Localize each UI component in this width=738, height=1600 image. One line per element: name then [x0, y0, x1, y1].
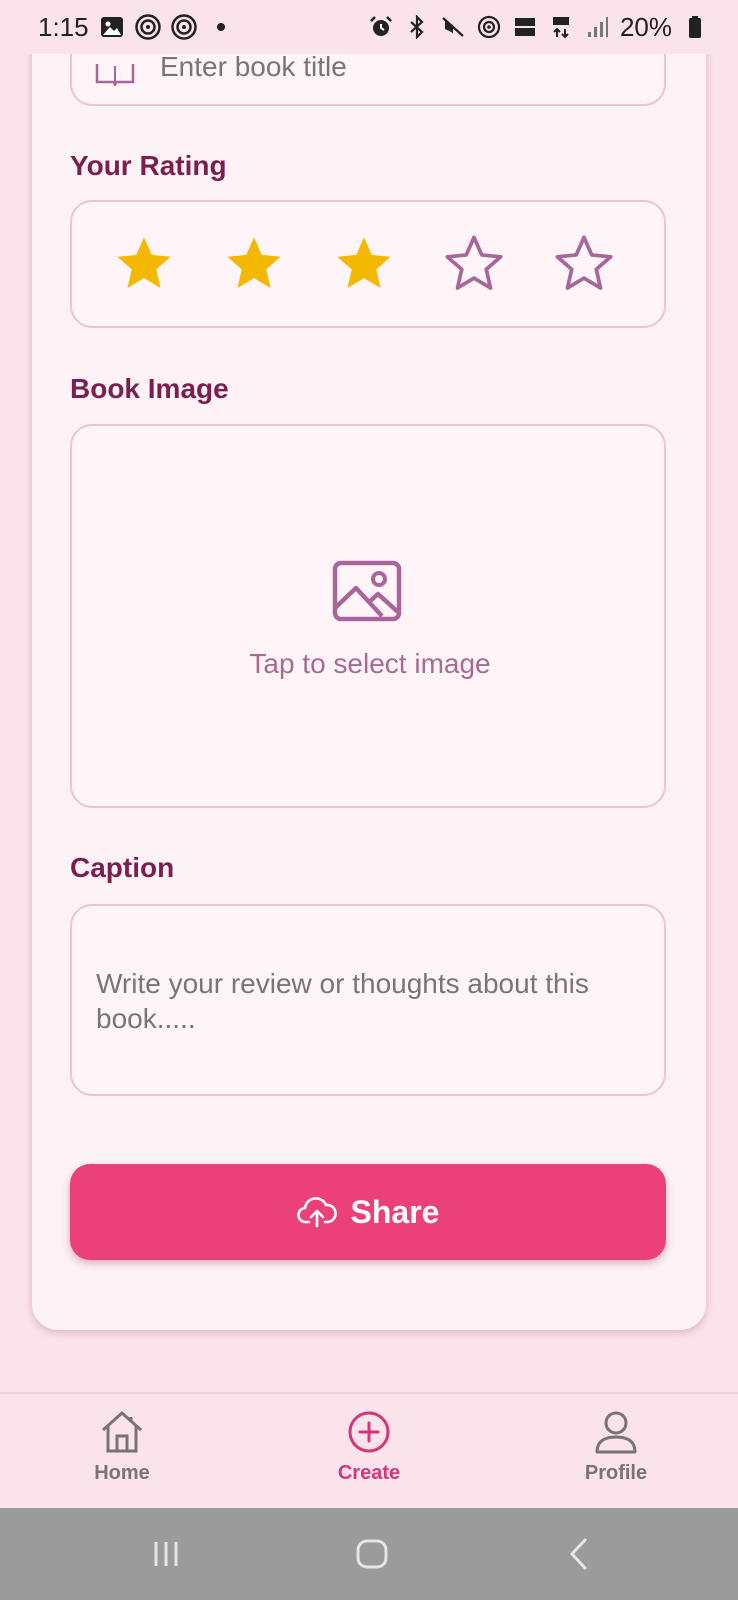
alarm-icon [368, 14, 394, 40]
nav-profile-label: Profile [584, 1462, 648, 1484]
network-4g-icon [548, 14, 574, 40]
notification-icon [134, 14, 161, 40]
nav-create[interactable]: Create [299, 1408, 439, 1498]
recent-apps-icon[interactable] [146, 1534, 186, 1574]
home-button-icon[interactable] [352, 1534, 392, 1574]
star-2-icon[interactable] [222, 232, 286, 296]
nav-home-label: Home [94, 1462, 150, 1484]
caption-label: Caption [70, 852, 175, 883]
star-3-icon[interactable] [332, 232, 396, 296]
signal-icon [584, 14, 610, 40]
nav-home[interactable]: Home [52, 1408, 192, 1498]
battery-percent: 20% [619, 11, 672, 42]
nav-create-label: Create [337, 1462, 401, 1484]
image-prompt: Tap to select image [249, 648, 491, 679]
share-button[interactable]: Share [70, 1164, 666, 1260]
image-picker[interactable]: Tap to select image [70, 424, 666, 808]
person-icon [592, 1408, 640, 1456]
share-label: Share [350, 1193, 440, 1230]
bottom-nav: Home Create Profile [0, 1392, 738, 1508]
battery-icon [682, 14, 708, 40]
nav-profile[interactable]: Profile [546, 1408, 686, 1498]
home-icon [98, 1408, 146, 1456]
cloud-upload-icon [296, 1196, 337, 1228]
caption-input[interactable]: Write your review or thoughts about this… [70, 904, 666, 1096]
plus-circle-icon [345, 1408, 393, 1456]
notification-icon [170, 14, 197, 40]
book-image-label: Book Image [70, 373, 229, 404]
more-notifications-dot [216, 23, 225, 31]
bluetooth-icon [404, 14, 430, 40]
star-5-icon[interactable] [552, 232, 616, 296]
star-1-icon[interactable] [112, 232, 176, 296]
status-time: 1:15 [38, 11, 89, 42]
back-icon[interactable] [560, 1534, 600, 1574]
vibrate-mute-icon [440, 14, 466, 40]
gallery-notification-icon [99, 14, 125, 40]
book-title-placeholder: Enter book title [160, 51, 347, 82]
hotspot-icon [476, 14, 502, 40]
rating-label: Your Rating [70, 150, 227, 181]
star-4-icon[interactable] [442, 232, 506, 296]
book-icon [94, 64, 136, 89]
caption-placeholder: Write your review or thoughts about this… [96, 968, 589, 1034]
rating-field [70, 200, 666, 328]
status-bar: 1:15 20% [0, 0, 738, 54]
create-post-card: Enter book title Your Rating Book Image … [32, 0, 706, 1330]
system-nav-bar [0, 1508, 738, 1600]
image-icon [332, 560, 402, 622]
volte-icon [512, 14, 538, 40]
